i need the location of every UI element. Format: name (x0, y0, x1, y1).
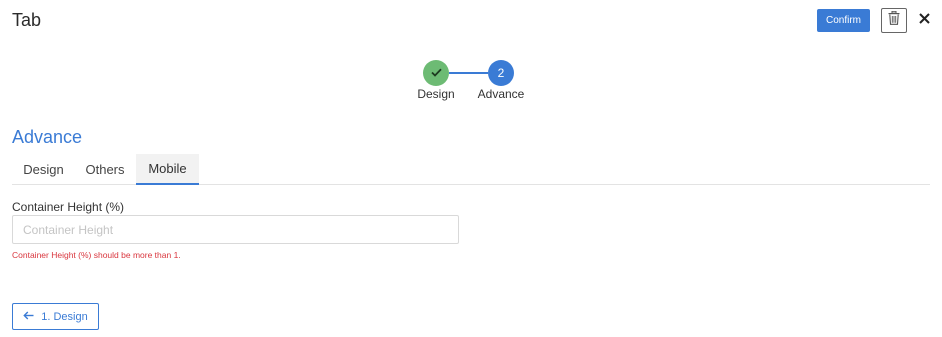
close-button[interactable] (916, 10, 932, 30)
check-icon (430, 66, 442, 80)
step-connector (449, 72, 488, 74)
step-2-indicator[interactable]: 2 (488, 60, 514, 86)
container-height-label: Container Height (%) (12, 200, 125, 214)
arrow-left-icon (23, 311, 34, 323)
step-1-indicator[interactable] (423, 60, 449, 86)
section-title: Advance (12, 127, 83, 147)
trash-icon (888, 10, 900, 30)
stepper: Design 2 Advance (0, 58, 942, 108)
tab-bar: Design Others Mobile (12, 154, 930, 185)
delete-button[interactable] (881, 8, 907, 33)
step-1-label: Design (417, 87, 455, 101)
back-button-label: 1. Design (41, 310, 88, 323)
close-icon (918, 11, 930, 29)
back-to-design-button[interactable]: 1. Design (12, 303, 99, 330)
container-height-input[interactable] (12, 215, 459, 244)
step-2-label: Advance (477, 87, 525, 101)
tab-others[interactable]: Others (75, 154, 135, 185)
tab-settings-page: Tab Confirm Design 2 Advance Advance Des… (0, 0, 942, 337)
tab-design[interactable]: Design (12, 154, 75, 185)
container-height-error: Container Height (%) should be more than… (12, 250, 181, 260)
page-title: Tab (12, 10, 42, 30)
confirm-button[interactable]: Confirm (817, 9, 870, 32)
step-2-number: 2 (497, 66, 505, 80)
tab-mobile[interactable]: Mobile (136, 154, 199, 185)
